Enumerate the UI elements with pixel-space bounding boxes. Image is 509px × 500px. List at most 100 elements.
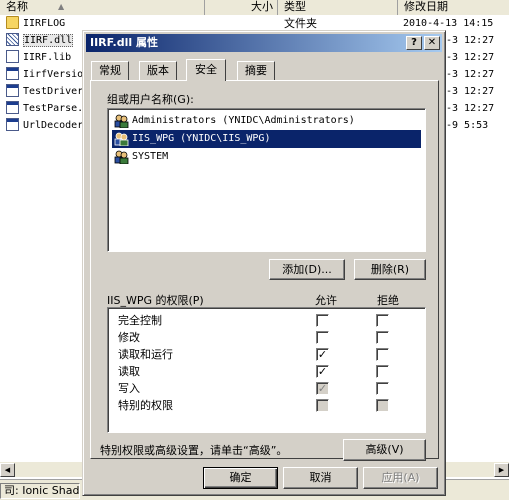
- permission-name: 读取和运行: [118, 348, 173, 361]
- deny-column-header: 拒绝: [377, 294, 399, 307]
- file-name: IIRF.lib: [23, 52, 72, 63]
- file-name: TestParse.: [23, 103, 84, 114]
- tab-security[interactable]: 安全: [186, 59, 226, 81]
- properties-dialog: IIRF.dll 属性 ? ✕ 常规 版本 安全 摘要 组或用户名称(G): A…: [82, 30, 446, 496]
- cancel-button[interactable]: 取消: [283, 467, 358, 489]
- remove-button[interactable]: 删除(R): [354, 259, 426, 280]
- column-modified-label: 修改日期: [404, 0, 448, 13]
- file-name: UrlDecoder: [23, 120, 84, 131]
- user-name: Administrators (YNIDC\Administrators): [132, 115, 355, 126]
- file-name: IIRFLOG: [23, 18, 66, 29]
- checkmark-icon: ✓: [317, 365, 328, 378]
- allow-column-header: 允许: [315, 294, 337, 307]
- users-listbox[interactable]: Administrators (YNIDC\Administrators) II…: [107, 108, 426, 252]
- file-row[interactable]: UrlDecoder: [6, 117, 83, 134]
- file-row[interactable]: IIRF.dll: [6, 32, 74, 49]
- deny-checkbox[interactable]: [376, 365, 389, 378]
- dialog-titlebar[interactable]: IIRF.dll 属性 ? ✕: [86, 34, 442, 52]
- allow-checkbox: ✓: [316, 382, 329, 395]
- file-name: IIRF.dll: [23, 34, 74, 47]
- column-size-label: 大小: [251, 0, 273, 13]
- exe-file-icon: [6, 67, 19, 80]
- permission-row: 读取和运行 ✓: [118, 346, 438, 363]
- column-header-name[interactable]: 名称 ▲: [0, 0, 205, 15]
- close-button[interactable]: ✕: [424, 36, 440, 50]
- close-icon: ✕: [427, 37, 437, 48]
- permission-row: 完全控制: [118, 312, 438, 329]
- exe-file-icon: [6, 101, 19, 114]
- user-group-icon: [114, 114, 129, 128]
- allow-checkbox[interactable]: [316, 314, 329, 327]
- file-modified: -9 5:53: [446, 120, 489, 131]
- file-modified: -3 12:27: [446, 103, 495, 114]
- deny-checkbox: [376, 399, 389, 412]
- folder-icon: [6, 16, 19, 29]
- permission-name: 修改: [118, 331, 140, 344]
- permission-name: 读取: [118, 365, 140, 378]
- file-row[interactable]: IIRF.lib: [6, 49, 71, 66]
- scroll-right-icon[interactable]: ▶: [494, 463, 509, 477]
- allow-checkbox[interactable]: [316, 331, 329, 344]
- allow-checkbox[interactable]: ✓: [316, 348, 329, 361]
- user-group-icon: [114, 132, 129, 146]
- permissions-list: 完全控制 修改 读取和运行 ✓ 读取 ✓ 写入 ✓ 特别的权限: [107, 307, 426, 433]
- user-name: IIS_WPG (YNIDC\IIS_WPG): [132, 133, 271, 144]
- deny-checkbox[interactable]: [376, 348, 389, 361]
- groups-label: 组或用户名称(G):: [107, 93, 194, 106]
- column-type-label: 类型: [284, 0, 306, 13]
- permission-name: 完全控制: [118, 314, 162, 327]
- deny-checkbox[interactable]: [376, 331, 389, 344]
- checkmark-icon: ✓: [317, 382, 328, 395]
- permission-name: 写入: [118, 382, 140, 395]
- tab-general[interactable]: 常规: [91, 61, 129, 80]
- allow-checkbox[interactable]: ✓: [316, 365, 329, 378]
- file-modified: -3 12:27: [446, 69, 495, 80]
- deny-checkbox[interactable]: [376, 382, 389, 395]
- permission-row: 写入 ✓: [118, 380, 438, 397]
- file-row[interactable]: IirfVersio: [6, 66, 83, 83]
- column-header-type[interactable]: 类型: [278, 0, 398, 15]
- status-text: 司: Ionic Shad: [0, 483, 80, 499]
- column-header-modified[interactable]: 修改日期: [398, 0, 509, 15]
- user-group-icon: [114, 150, 129, 164]
- user-name: SYSTEM: [132, 151, 169, 162]
- help-button[interactable]: ?: [406, 36, 422, 50]
- add-button[interactable]: 添加(D)...: [269, 259, 345, 280]
- exe-file-icon: [6, 84, 19, 97]
- deny-checkbox[interactable]: [376, 314, 389, 327]
- ok-button[interactable]: 确定: [203, 467, 278, 489]
- advanced-hint: 特别权限或高级设置，请单击“高级”。: [100, 444, 288, 457]
- checkmark-icon: ✓: [317, 348, 328, 361]
- file-row[interactable]: IIRFLOG: [6, 15, 65, 32]
- lib-file-icon: [6, 50, 19, 63]
- file-modified: -3 12:27: [446, 52, 495, 63]
- dialog-title: IIRF.dll 属性: [90, 36, 158, 49]
- permission-name: 特别的权限: [118, 399, 173, 412]
- permission-row: 读取 ✓: [118, 363, 438, 380]
- apply-button: 应用(A): [363, 467, 438, 489]
- sort-ascending-icon: ▲: [58, 2, 65, 11]
- advanced-button[interactable]: 高级(V): [343, 439, 426, 461]
- tab-summary[interactable]: 摘要: [237, 61, 275, 80]
- file-modified: -3 12:27: [446, 86, 495, 97]
- tab-version[interactable]: 版本: [139, 61, 177, 80]
- file-row[interactable]: TestDriver: [6, 83, 83, 100]
- user-row-system[interactable]: SYSTEM: [112, 148, 421, 166]
- file-name: TestDriver: [23, 86, 84, 97]
- permission-row: 修改: [118, 329, 438, 346]
- file-name: IirfVersio: [23, 69, 84, 80]
- user-row-iis-wpg[interactable]: IIS_WPG (YNIDC\IIS_WPG): [112, 130, 421, 148]
- column-header-size[interactable]: 大小: [205, 0, 278, 15]
- column-name-label: 名称: [6, 0, 28, 13]
- exe-file-icon: [6, 118, 19, 131]
- dll-file-icon: [6, 33, 19, 46]
- permission-row: 特别的权限: [118, 397, 438, 414]
- security-tab-panel: 组或用户名称(G): Administrators (YNIDC\Adminis…: [90, 80, 439, 461]
- user-row-administrators[interactable]: Administrators (YNIDC\Administrators): [112, 112, 421, 130]
- file-row[interactable]: TestParse.: [6, 100, 83, 117]
- file-list-header: 名称 ▲ 大小 类型 修改日期: [0, 0, 509, 15]
- allow-checkbox: [316, 399, 329, 412]
- file-modified: -3 12:27: [446, 35, 495, 46]
- permissions-label: IIS_WPG 的权限(P): [107, 294, 204, 307]
- scroll-left-icon[interactable]: ◀: [0, 463, 15, 477]
